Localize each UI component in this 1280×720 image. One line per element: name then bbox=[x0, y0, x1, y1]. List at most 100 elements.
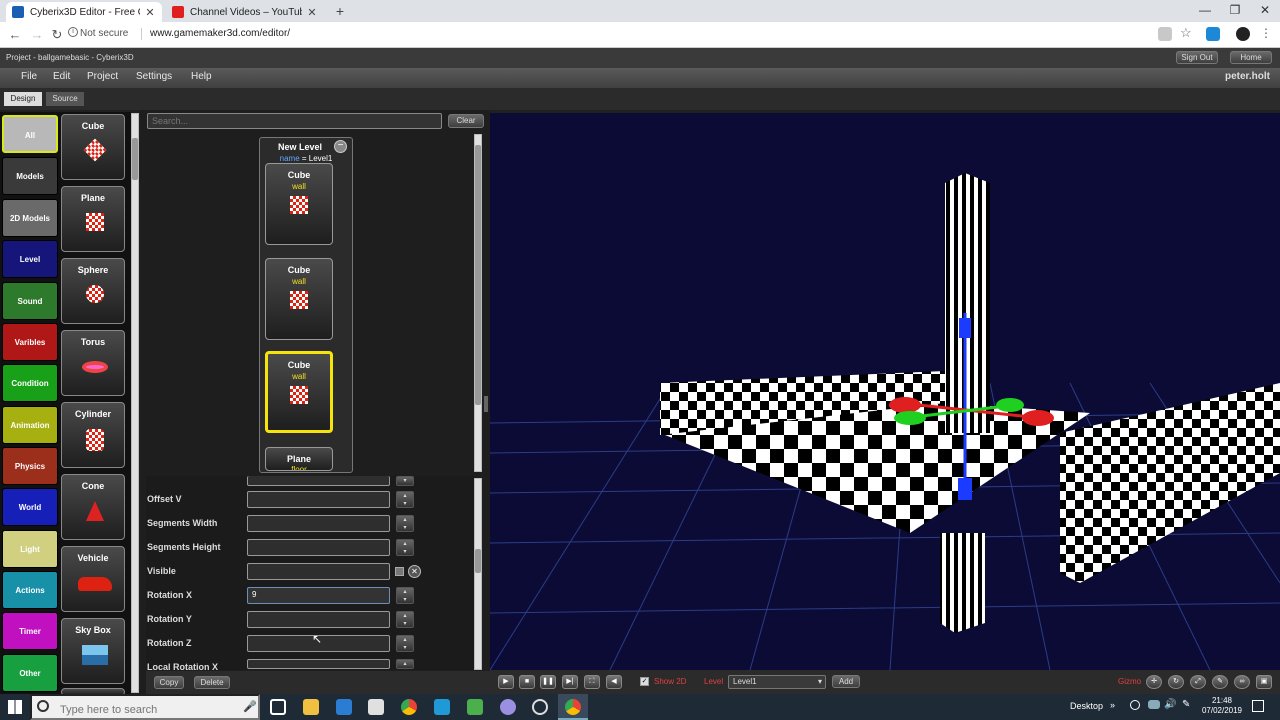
file-explorer-icon[interactable] bbox=[303, 699, 319, 715]
taskbar-search-input[interactable] bbox=[30, 694, 260, 720]
node-cube-wall[interactable]: Cube wall bbox=[265, 258, 333, 340]
sound-icon[interactable]: ◀ bbox=[606, 675, 622, 689]
property-field-partial[interactable] bbox=[247, 476, 390, 486]
item-plane[interactable]: Plane bbox=[61, 186, 125, 252]
stepper[interactable]: ▾ bbox=[396, 476, 414, 486]
scale-gizmo-icon[interactable]: ⤢ bbox=[1190, 675, 1206, 689]
search-input[interactable] bbox=[147, 113, 442, 129]
info-icon[interactable]: i bbox=[68, 27, 78, 37]
category-animation[interactable]: Animation bbox=[2, 406, 58, 444]
clear-button[interactable]: Clear bbox=[448, 114, 484, 128]
offset-v-stepper[interactable]: ▴ ▾ bbox=[396, 491, 414, 508]
local-rotation-x-field[interactable] bbox=[247, 659, 390, 669]
properties-scrollbar[interactable] bbox=[474, 478, 482, 670]
category-actions[interactable]: Actions bbox=[2, 571, 58, 609]
bookmark-star-icon[interactable]: ☆ bbox=[1180, 25, 1192, 41]
item-cube[interactable]: Cube bbox=[61, 114, 125, 180]
tab-design[interactable]: Design bbox=[4, 92, 42, 106]
network-icon[interactable] bbox=[1130, 700, 1140, 710]
level-select[interactable]: Level1 ▾ bbox=[728, 675, 826, 689]
rotation-z-stepper[interactable]: ▴ ▾ bbox=[396, 635, 414, 652]
scrollbar-thumb[interactable] bbox=[475, 145, 481, 405]
app-icon[interactable] bbox=[434, 699, 450, 715]
category-world[interactable]: World bbox=[2, 488, 58, 526]
minimize-icon[interactable]: — bbox=[1190, 0, 1220, 22]
menu-help[interactable]: Help bbox=[191, 71, 212, 82]
node-plane-floor[interactable]: Plane floor bbox=[265, 447, 333, 471]
kebab-menu-icon[interactable]: ⋮ bbox=[1260, 26, 1272, 40]
item-torus[interactable]: Torus bbox=[61, 330, 125, 396]
close-window-icon[interactable]: ✕ bbox=[1250, 0, 1280, 22]
windows-start-icon[interactable] bbox=[8, 700, 22, 714]
item-sky-box[interactable]: Sky Box bbox=[61, 618, 125, 684]
close-tab-icon[interactable]: ✕ bbox=[306, 6, 318, 19]
scrollbar-thumb[interactable] bbox=[475, 549, 481, 573]
add-level-button[interactable]: Add bbox=[832, 675, 860, 688]
desktop-label[interactable]: Desktop bbox=[1070, 701, 1103, 711]
delete-button[interactable]: Delete bbox=[194, 676, 230, 689]
stop-icon[interactable]: ■ bbox=[519, 675, 535, 689]
scrollbar-thumb[interactable] bbox=[132, 138, 138, 180]
pause-icon[interactable]: ❚❚ bbox=[540, 675, 556, 689]
task-view-icon[interactable] bbox=[270, 699, 286, 715]
offset-v-field[interactable] bbox=[247, 491, 390, 508]
item-cylinder[interactable]: Cylinder bbox=[61, 402, 125, 468]
plus-icon[interactable]: + bbox=[332, 3, 348, 19]
app-icon[interactable] bbox=[500, 699, 516, 715]
item-vehicle[interactable]: Vehicle bbox=[61, 546, 125, 612]
home-button[interactable]: Home bbox=[1230, 51, 1272, 64]
category-varibles[interactable]: Varibles bbox=[2, 323, 58, 361]
segments-width-field[interactable] bbox=[247, 515, 390, 532]
notifications-icon[interactable] bbox=[1252, 700, 1264, 712]
item-cone[interactable]: Cone bbox=[61, 474, 125, 540]
category-2d-models[interactable]: 2D Models bbox=[2, 199, 58, 237]
onedrive-icon[interactable] bbox=[1148, 700, 1160, 709]
close-tab-icon[interactable]: ✕ bbox=[144, 6, 156, 19]
clear-value-icon[interactable]: ✕ bbox=[408, 565, 421, 578]
panel-resize-handle[interactable] bbox=[484, 396, 488, 412]
rotation-x-stepper[interactable]: ▴ ▾ bbox=[396, 587, 414, 604]
item-sphere[interactable]: Sphere bbox=[61, 258, 125, 324]
browser-tab-youtube[interactable]: Channel Videos – YouTube Studi ✕ bbox=[166, 2, 324, 22]
rotation-y-field[interactable] bbox=[247, 611, 390, 628]
chrome-icon[interactable] bbox=[401, 699, 417, 715]
microphone-icon[interactable]: 🎤 bbox=[243, 700, 257, 713]
menu-settings[interactable]: Settings bbox=[136, 71, 172, 82]
menu-file[interactable]: File bbox=[21, 71, 37, 82]
forward-icon[interactable]: → bbox=[28, 26, 46, 44]
hierarchy-scrollbar[interactable] bbox=[474, 134, 482, 472]
move-gizmo-icon[interactable]: ✛ bbox=[1146, 675, 1162, 689]
extension-icon[interactable] bbox=[1206, 27, 1220, 41]
category-light[interactable]: Light bbox=[2, 530, 58, 568]
copy-button[interactable]: Copy bbox=[154, 676, 184, 689]
category-level[interactable]: Level bbox=[2, 240, 58, 278]
profile-avatar-icon[interactable] bbox=[1236, 27, 1250, 41]
chrome-active-icon[interactable] bbox=[565, 699, 581, 715]
play-icon[interactable]: ▶ bbox=[498, 675, 514, 689]
segments-width-stepper[interactable]: ▴ ▾ bbox=[396, 515, 414, 532]
category-other[interactable]: Other bbox=[2, 654, 58, 692]
visible-field[interactable] bbox=[247, 563, 390, 580]
menu-edit[interactable]: Edit bbox=[53, 71, 70, 82]
extension-icon[interactable] bbox=[1158, 27, 1172, 41]
store-icon[interactable] bbox=[368, 699, 384, 715]
back-icon[interactable]: ← bbox=[6, 26, 24, 44]
browser-tab-editor[interactable]: Cyberix3D Editor - Free Online 3D ✕ bbox=[6, 2, 162, 22]
edge-icon[interactable] bbox=[336, 699, 352, 715]
node-cube-wall[interactable]: Cube wall bbox=[265, 163, 333, 245]
pen-icon[interactable]: ✎ bbox=[1182, 699, 1190, 710]
reload-icon[interactable]: ↻ bbox=[48, 26, 66, 44]
settings-gizmo-icon[interactable]: ▣ bbox=[1256, 675, 1272, 689]
3d-viewport[interactable] bbox=[490, 113, 1280, 670]
category-timer[interactable]: Timer bbox=[2, 612, 58, 650]
node-cube-wall-selected[interactable]: Cube wall bbox=[265, 351, 333, 433]
app-icon[interactable] bbox=[467, 699, 483, 715]
visible-checkbox[interactable] bbox=[395, 567, 404, 576]
url-field[interactable]: www.gamemaker3d.com/editor/ bbox=[150, 28, 290, 39]
tab-source[interactable]: Source bbox=[46, 92, 84, 106]
restore-icon[interactable]: ❐ bbox=[1220, 0, 1250, 22]
category-condition[interactable]: Condition bbox=[2, 364, 58, 402]
category-models[interactable]: Models bbox=[2, 157, 58, 195]
fullscreen-icon[interactable]: ⛶ bbox=[584, 675, 600, 689]
menu-project[interactable]: Project bbox=[87, 71, 118, 82]
